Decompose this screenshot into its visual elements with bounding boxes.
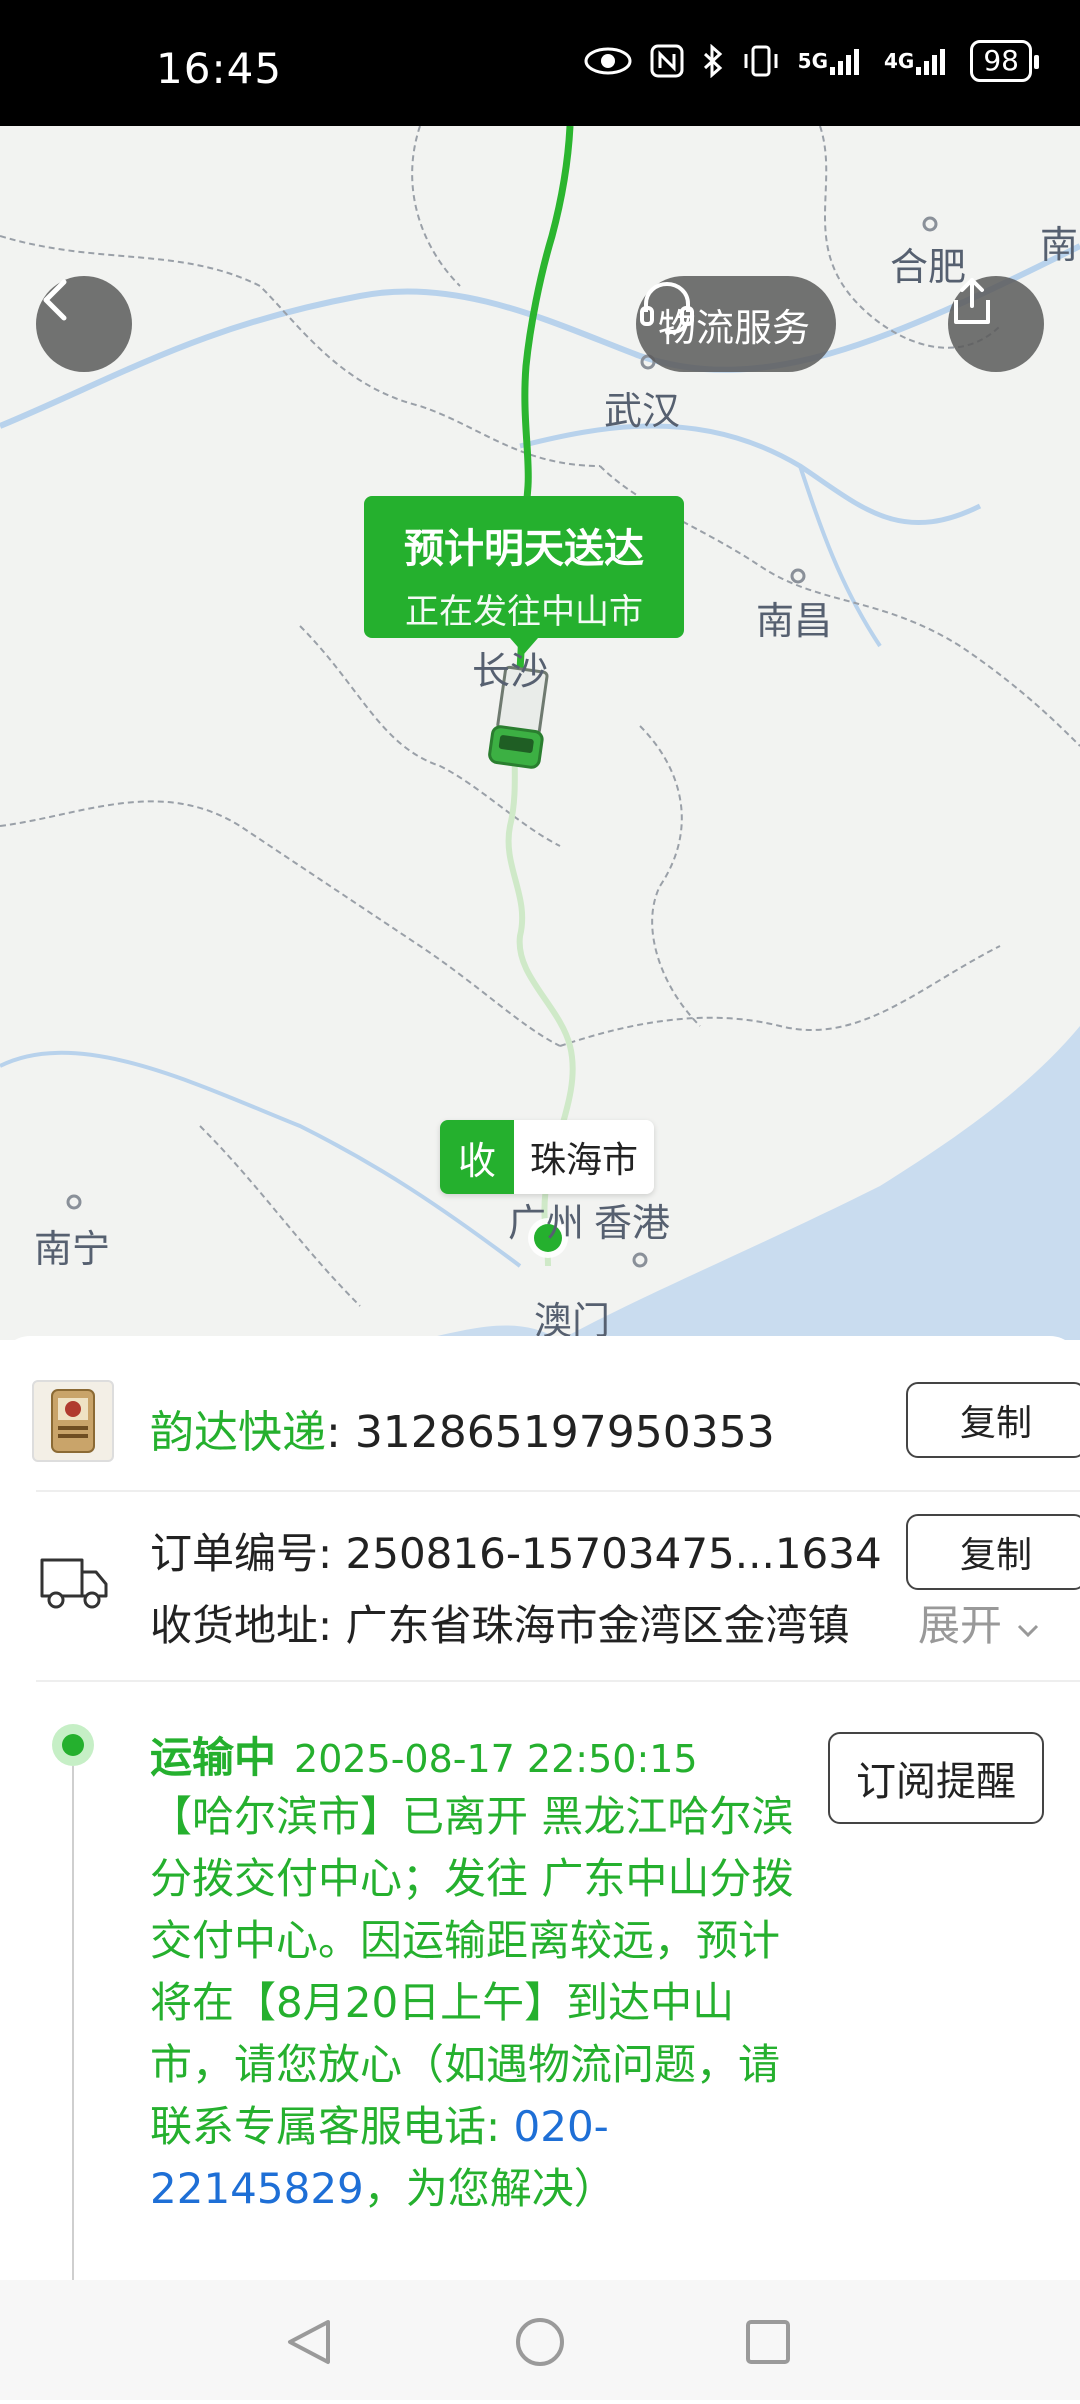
network-type-2: 4G [884, 49, 915, 73]
destination-label: 收 珠海市 [440, 1120, 655, 1194]
network-type-1: 5G [797, 49, 829, 73]
eta-bubble: 预计明天送达 正在发往中山市 [364, 496, 684, 654]
city-label-macau: 澳门 [534, 1299, 611, 1340]
status-bar: 16:45 5G 4G 98 [0, 0, 1080, 126]
eye-icon [584, 46, 632, 76]
battery-icon: 98 [970, 40, 1039, 82]
signal-icon: 5G [798, 45, 866, 77]
truck-icon [38, 1550, 110, 1616]
city-label-hongkong: 香港 [594, 1201, 671, 1245]
destination-name: 珠海市 [514, 1120, 655, 1194]
chevron-down-icon [1018, 1624, 1039, 1638]
nav-home-icon[interactable] [516, 2318, 564, 2366]
share-icon [954, 278, 990, 324]
status-time: 16:45 [156, 44, 283, 93]
address-value: 广东省珠海市金湾区金湾镇 [345, 1601, 850, 1650]
copy-tracking-button[interactable]: 复制 [906, 1382, 1080, 1458]
tracking-timestamp: 2025-08-17 22:50:15 [294, 1737, 698, 1781]
order-number-label: 订单编号: [150, 1529, 346, 1578]
tracking-status-header: 运输中 2025-08-17 22:50:15 [150, 1724, 698, 1785]
bluetooth-icon [702, 44, 724, 78]
address-row: 收货地址: 广东省珠海市金湾区金湾镇 [150, 1592, 890, 1653]
share-button[interactable] [948, 276, 1044, 372]
system-nav-bar [0, 2280, 1080, 2400]
divider [36, 1490, 1080, 1492]
timeline-current-dot [52, 1724, 94, 1766]
nav-back-icon[interactable] [288, 2320, 330, 2364]
expand-address-button[interactable]: 展开 [918, 1592, 1041, 1653]
nfc-icon [650, 44, 684, 78]
info-panel: 韵达快递: 312865197950353 复制 订单编号: 250816-15… [0, 1336, 1080, 2286]
tracking-detail: 【哈尔滨市】已离开 黑龙江哈尔滨分拨交付中心；发往 广东中山分拨交付中心。因运输… [150, 1786, 800, 2220]
expand-label: 展开 [918, 1601, 1003, 1650]
address-label: 收货地址: [150, 1601, 346, 1650]
city-label-nanchang: 南昌 [756, 599, 833, 643]
tracking-detail-text: 【哈尔滨市】已离开 黑龙江哈尔滨分拨交付中心；发往 广东中山分拨交付中心。因运输… [150, 1792, 794, 2151]
eta-title: 预计明天送达 [404, 526, 644, 572]
package-row: 韵达快递: 312865197950353 复制 [0, 1370, 1080, 1486]
vibrate-icon [742, 44, 780, 78]
eta-subtitle: 正在发往中山市 [405, 592, 643, 632]
order-number-row: 订单编号: 250816-15703475...1634 [150, 1520, 882, 1581]
signal-icon-2: 4G [884, 45, 952, 77]
nav-recents-icon[interactable] [746, 2320, 790, 2364]
back-arrow-icon [43, 279, 67, 321]
city-label-wuhan: 武汉 [604, 389, 681, 433]
logistics-service-button[interactable]: 物流服务 [636, 276, 837, 372]
carrier-name[interactable]: 韵达快递 [150, 1407, 326, 1458]
timeline-line [72, 1766, 74, 2286]
copy-order-button[interactable]: 复制 [906, 1514, 1080, 1590]
order-number: 250816-15703475...1634 [345, 1529, 882, 1578]
product-thumbnail [32, 1380, 114, 1462]
carrier-separator: : [326, 1407, 355, 1458]
tracking-detail-tail: ，为您解决） [363, 2164, 616, 2213]
subscribe-reminder-button[interactable]: 订阅提醒 [828, 1732, 1044, 1824]
city-label-nanning: 南宁 [34, 1227, 111, 1271]
map-view[interactable]: 合肥 南 武汉 南昌 长沙 南宁 广州 香港 澳门 物流服务 预计明天送达 正在… [0, 126, 1080, 1340]
headset-icon [640, 281, 694, 335]
tracking-number: 312865197950353 [354, 1407, 775, 1458]
city-label-partial: 南 [1040, 223, 1079, 267]
city-label-guangzhou: 广州 [508, 1201, 585, 1245]
destination-tag: 收 [440, 1120, 514, 1194]
back-button[interactable] [36, 276, 132, 372]
tracking-info: 韵达快递: 312865197950353 [150, 1396, 775, 1460]
tracking-status: 运输中 [150, 1733, 277, 1782]
status-icons: 5G 4G 98 [584, 40, 1039, 82]
divider [36, 1680, 1080, 1682]
